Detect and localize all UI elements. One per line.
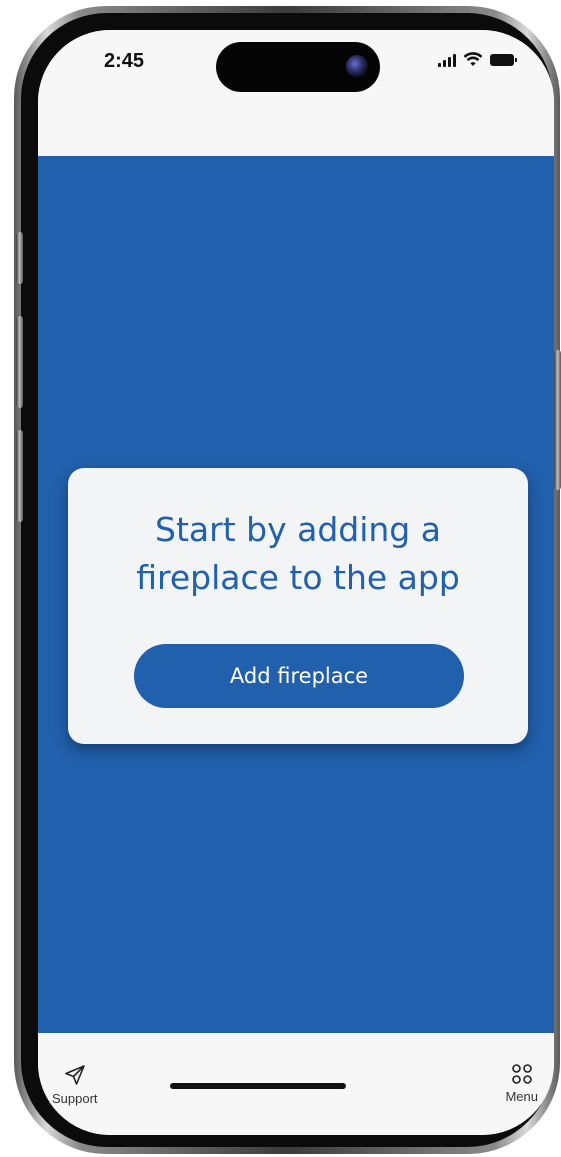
wifi-icon: [463, 52, 483, 66]
volume-up-button: [16, 316, 23, 408]
tab-menu-label: Menu: [505, 1089, 538, 1104]
power-button: [554, 350, 561, 490]
main-content: Start by adding a fireplace to the app A…: [38, 156, 554, 1033]
empty-state-title: Start by adding a fireplace to the app: [136, 510, 460, 597]
signal-bars-icon: [438, 53, 456, 67]
send-icon: [64, 1065, 85, 1085]
grid-icon: [511, 1064, 532, 1084]
screen: 2:45 Start by adding a fireplace to the …: [38, 30, 554, 1135]
camera-icon: [346, 55, 368, 77]
dynamic-island: [216, 42, 380, 92]
status-time: 2:45: [104, 50, 145, 72]
volume-down-button: [16, 430, 23, 522]
status-bar: 2:45: [38, 30, 554, 156]
tab-support-label: Support: [52, 1091, 98, 1106]
action-button: [16, 232, 23, 284]
battery-icon: [490, 53, 517, 66]
add-fireplace-button[interactable]: Add fireplace: [134, 644, 464, 708]
tab-support[interactable]: Support: [52, 1063, 98, 1106]
tab-menu[interactable]: Menu: [505, 1063, 538, 1104]
status-icons: [438, 52, 517, 67]
home-indicator[interactable]: [170, 1083, 346, 1089]
empty-state-card: Start by adding a fireplace to the app A…: [68, 468, 528, 744]
